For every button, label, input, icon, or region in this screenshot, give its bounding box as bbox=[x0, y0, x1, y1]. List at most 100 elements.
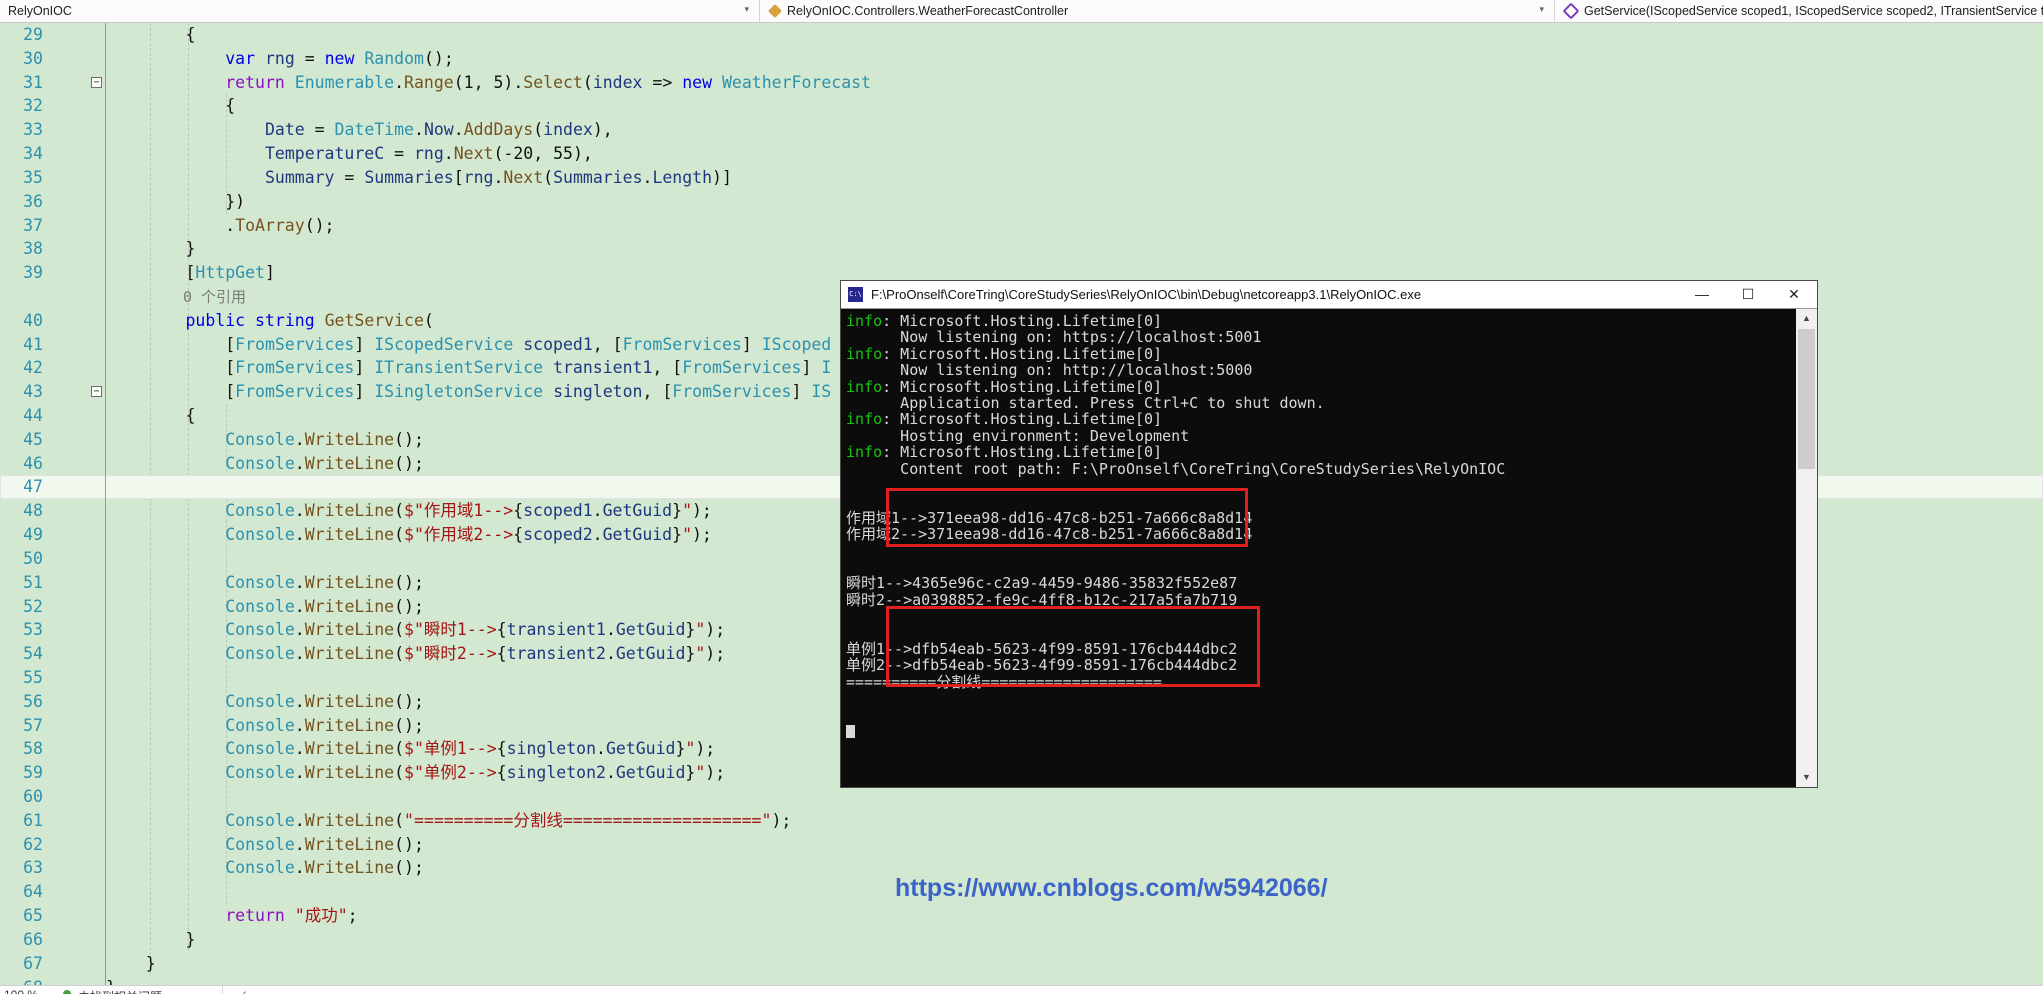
fold-gutter bbox=[52, 475, 106, 500]
line-number: 43 bbox=[23, 382, 43, 402]
code-line[interactable]: 29 { bbox=[0, 23, 2043, 47]
fold-gutter bbox=[52, 427, 106, 452]
console-line: info: Microsoft.Hosting.Lifetime[0] bbox=[846, 411, 1163, 428]
type-dropdown[interactable]: RelyOnIOC.Controllers.WeatherForecastCon… bbox=[760, 0, 1555, 22]
console-scrollbar[interactable]: ▲ ▼ bbox=[1796, 309, 1817, 787]
console-line: Hosting environment: Development bbox=[846, 427, 1190, 445]
code-text: { bbox=[106, 25, 196, 44]
console-body: info: Microsoft.Hosting.Lifetime[0] Now … bbox=[841, 309, 1817, 787]
member-dropdown[interactable]: GetService(IScopedService scoped1, IScop… bbox=[1555, 0, 2043, 22]
line-number: 65 bbox=[23, 906, 43, 926]
fold-gutter bbox=[52, 499, 106, 524]
fold-gutter bbox=[52, 904, 106, 928]
fold-gutter bbox=[52, 142, 106, 166]
fold-gutter bbox=[52, 94, 106, 119]
line-number: 54 bbox=[23, 644, 43, 664]
fold-gutter bbox=[52, 23, 106, 47]
line-number: 61 bbox=[23, 810, 43, 830]
fold-gutter bbox=[52, 737, 106, 762]
line-number: 47 bbox=[23, 477, 43, 497]
code-line[interactable]: 33 Date = DateTime.Now.AddDays(index), bbox=[0, 118, 2043, 143]
console-line: Now listening on: http://localhost:5000 bbox=[846, 362, 1253, 379]
line-number: 45 bbox=[23, 429, 43, 449]
line-number: 31 bbox=[23, 72, 43, 92]
fold-gutter bbox=[52, 808, 106, 833]
fold-gutter bbox=[52, 927, 106, 952]
code-line[interactable]: 37 .ToArray(); bbox=[0, 213, 2043, 238]
fold-gutter bbox=[52, 261, 106, 285]
console-line: info: Microsoft.Hosting.Lifetime[0] bbox=[846, 345, 1163, 363]
fold-toggle-icon[interactable]: − bbox=[91, 76, 102, 88]
console-line: info: Microsoft.Hosting.Lifetime[0] bbox=[846, 444, 1163, 461]
fold-gutter bbox=[52, 594, 106, 619]
check-icon: ✓ bbox=[238, 988, 248, 994]
code-line[interactable]: 30 var rng = new Random(); bbox=[0, 46, 2043, 71]
line-number bbox=[0, 285, 52, 309]
blog-link[interactable]: https://www.cnblogs.com/w5942066/ bbox=[895, 874, 1328, 903]
line-number: 57 bbox=[23, 715, 43, 735]
fold-gutter bbox=[52, 665, 106, 690]
scroll-up-icon[interactable]: ▲ bbox=[1796, 309, 1817, 328]
code-text: }) bbox=[106, 191, 246, 211]
line-number: 55 bbox=[23, 667, 43, 687]
fold-gutter bbox=[52, 570, 106, 595]
fold-gutter bbox=[52, 761, 106, 785]
code-line[interactable]: 35 Summary = Summaries[rng.Next(Summarie… bbox=[0, 165, 2043, 190]
code-line[interactable]: 32 { bbox=[0, 94, 2043, 119]
code-line[interactable]: 67 } bbox=[0, 951, 2043, 976]
annotation-box-singleton bbox=[886, 606, 1260, 687]
code-line[interactable]: 65 return "成功"; bbox=[0, 904, 2043, 928]
code-text: { bbox=[106, 96, 236, 116]
line-number: 62 bbox=[23, 834, 43, 854]
close-button[interactable]: ✕ bbox=[1771, 281, 1817, 308]
fold-gutter bbox=[52, 118, 106, 143]
line-number: 49 bbox=[23, 525, 43, 545]
line-number: 58 bbox=[23, 739, 43, 759]
line-number: 60 bbox=[23, 787, 43, 806]
fold-toggle-icon[interactable]: − bbox=[91, 386, 102, 398]
line-number: 38 bbox=[23, 239, 43, 259]
console-line bbox=[846, 723, 1795, 739]
code-text: } bbox=[106, 239, 196, 259]
line-number: 59 bbox=[23, 763, 43, 783]
code-line[interactable]: 66 } bbox=[0, 927, 2043, 952]
code-line[interactable]: 31 − return Enumerable.Range(1, 5).Select… bbox=[0, 70, 2043, 95]
member-dropdown-label: GetService(IScopedService scoped1, IScop… bbox=[1584, 4, 2043, 18]
line-number: 50 bbox=[23, 548, 43, 568]
code-line[interactable]: 38 } bbox=[0, 237, 2043, 262]
scroll-down-icon[interactable]: ▼ bbox=[1796, 768, 1817, 787]
chevron-down-icon[interactable]: ▾ bbox=[1539, 4, 1544, 15]
status-strip: 100 % 未找到相关问题 ✓ bbox=[0, 985, 2043, 994]
code-line[interactable]: 36 }) bbox=[0, 189, 2043, 214]
maximize-button[interactable]: ☐ bbox=[1725, 281, 1771, 308]
console-line: info: Microsoft.Hosting.Lifetime[0] bbox=[846, 313, 1163, 330]
chevron-down-icon[interactable]: ▾ bbox=[744, 4, 749, 15]
code-text: } bbox=[106, 953, 156, 973]
line-number: 34 bbox=[23, 144, 43, 164]
fold-gutter bbox=[52, 856, 106, 881]
zoom-level[interactable]: 100 % bbox=[4, 988, 38, 994]
project-dropdown[interactable]: RelyOnIOC ▾ bbox=[0, 0, 760, 22]
code-text: Console.WriteLine(); bbox=[225, 834, 424, 854]
codelens-references[interactable]: 0 个引用 bbox=[106, 288, 246, 306]
code-text: return "成功"; bbox=[225, 906, 358, 926]
console-line: info: Microsoft.Hosting.Lifetime[0] bbox=[846, 378, 1163, 395]
code-line[interactable]: 34 TemperatureC = rng.Next(-20, 55), bbox=[0, 142, 2043, 166]
minimize-button[interactable]: — bbox=[1679, 281, 1725, 308]
line-number: 36 bbox=[23, 191, 43, 211]
code-text: .ToArray(); bbox=[106, 215, 335, 235]
code-text: } bbox=[106, 929, 196, 949]
code-line[interactable]: 61 Console.WriteLine("==========分割线=====… bbox=[0, 808, 2043, 833]
code-text: Summary = Summaries[rng.Next(Summaries.L… bbox=[264, 167, 732, 187]
console-title-bar[interactable]: C:\ F:\ProOnself\CoreTring\CoreStudySeri… bbox=[841, 281, 1817, 309]
fold-gutter bbox=[52, 785, 106, 809]
fold-gutter bbox=[52, 642, 106, 666]
code-line[interactable]: 62 Console.WriteLine(); bbox=[0, 832, 2043, 857]
fold-gutter bbox=[52, 546, 106, 571]
scrollbar-thumb[interactable] bbox=[1798, 329, 1815, 469]
health-label: 未找到相关问题 bbox=[78, 988, 162, 994]
code-line[interactable]: 60 bbox=[0, 785, 2043, 809]
